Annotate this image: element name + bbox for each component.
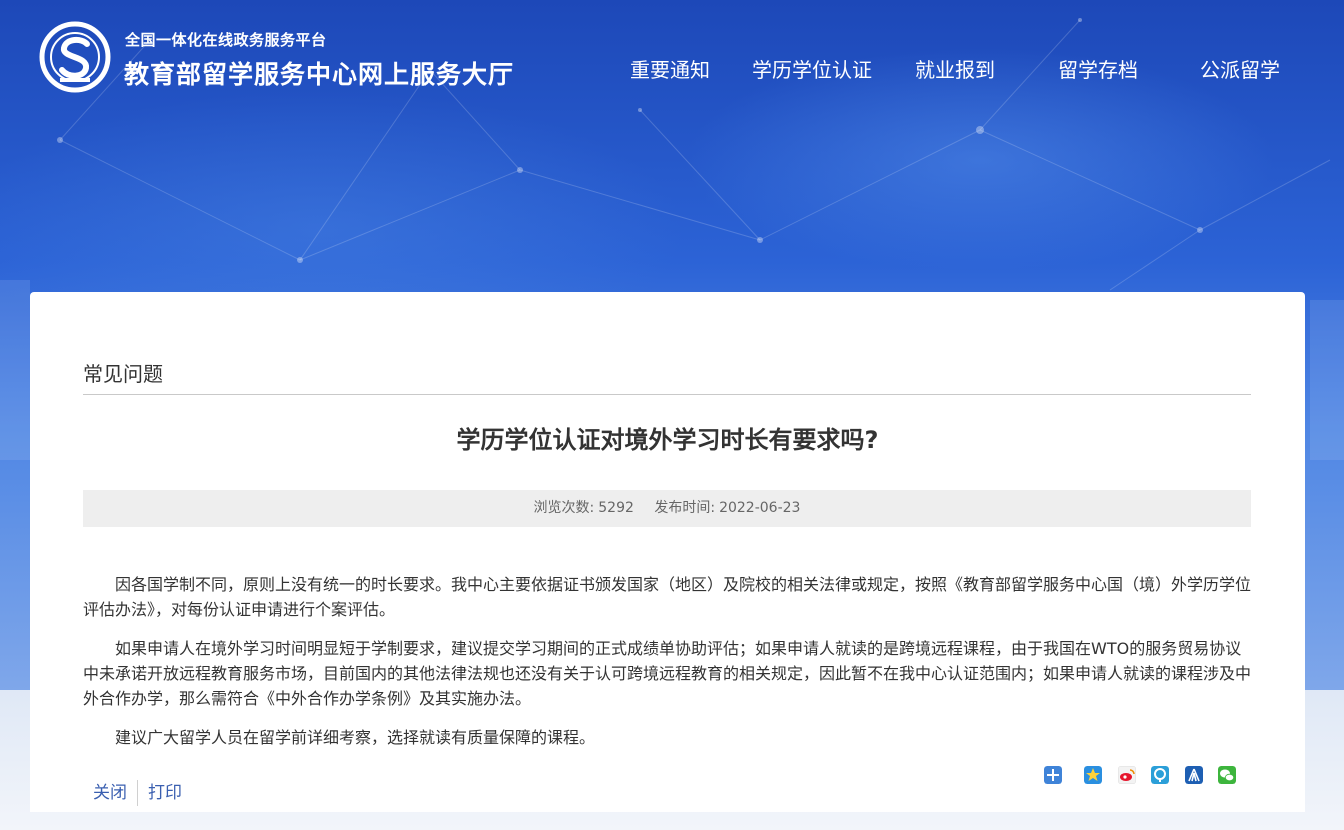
publish-date: 2022-06-23 [719,500,801,516]
wechat-icon[interactable] [1218,766,1236,784]
article-title: 学历学位认证对境外学习时长有要求吗? [456,426,879,454]
section-title: 常见问题 [83,362,163,386]
paragraph: 建议广大留学人员在留学前详细考察，选择就读有质量保障的课程。 [115,728,596,747]
article-body: 因各国学制不同，原则上没有统一的时长要求。我中心主要依据证书颁发国家（地区）及院… [83,572,1251,764]
views-label: 浏览次数: [533,500,595,516]
platform-name: 全国一体化在线政务服务平台 [125,31,327,49]
section-divider [83,394,1251,395]
nav-item-notices[interactable]: 重要通知 [630,54,710,83]
print-link[interactable]: 打印 [148,783,182,803]
article-card: 常见问题 学历学位认证对境外学习时长有要求吗? 浏览次数: 5292 发布时间: 2… [30,292,1305,812]
date-meta: 发布时间: 2022-06-23 [654,500,800,516]
article-meta: 浏览次数: 5292 发布时间: 2022-06-23 [83,490,1251,527]
date-label: 发布时间: [654,500,716,516]
weibo-icon[interactable] [1118,766,1136,784]
nav-item-degree-verification[interactable]: 学历学位认证 [752,54,872,83]
paragraph: 因各国学制不同，原则上没有统一的时长要求。我中心主要依据证书颁发国家（地区）及院… [83,575,1252,619]
qzone-icon[interactable] [1084,766,1102,784]
paragraph: 如果申请人在境外学习时间明显短于学制要求，建议提交学习期间的正式成绩单协助评估；… [83,639,1252,708]
share-more-icon[interactable] [1044,766,1062,784]
action-divider [137,780,138,806]
nav-item-employment-registration[interactable]: 就业报到 [915,54,995,83]
nav-item-government-sponsored[interactable]: 公派留学 [1200,54,1280,83]
nav-item-archive[interactable]: 留学存档 [1058,54,1138,83]
tencent-weibo-icon[interactable] [1151,766,1169,784]
renren-icon[interactable] [1185,766,1203,784]
views-meta: 浏览次数: 5292 [534,500,634,516]
main-nav: 重要通知 学历学位认证 就业报到 留学存档 公派留学 [0,54,1344,84]
close-link[interactable]: 关闭 [93,783,127,803]
article-actions: 关闭 打印 [83,778,182,806]
views-count: 5292 [598,500,634,516]
